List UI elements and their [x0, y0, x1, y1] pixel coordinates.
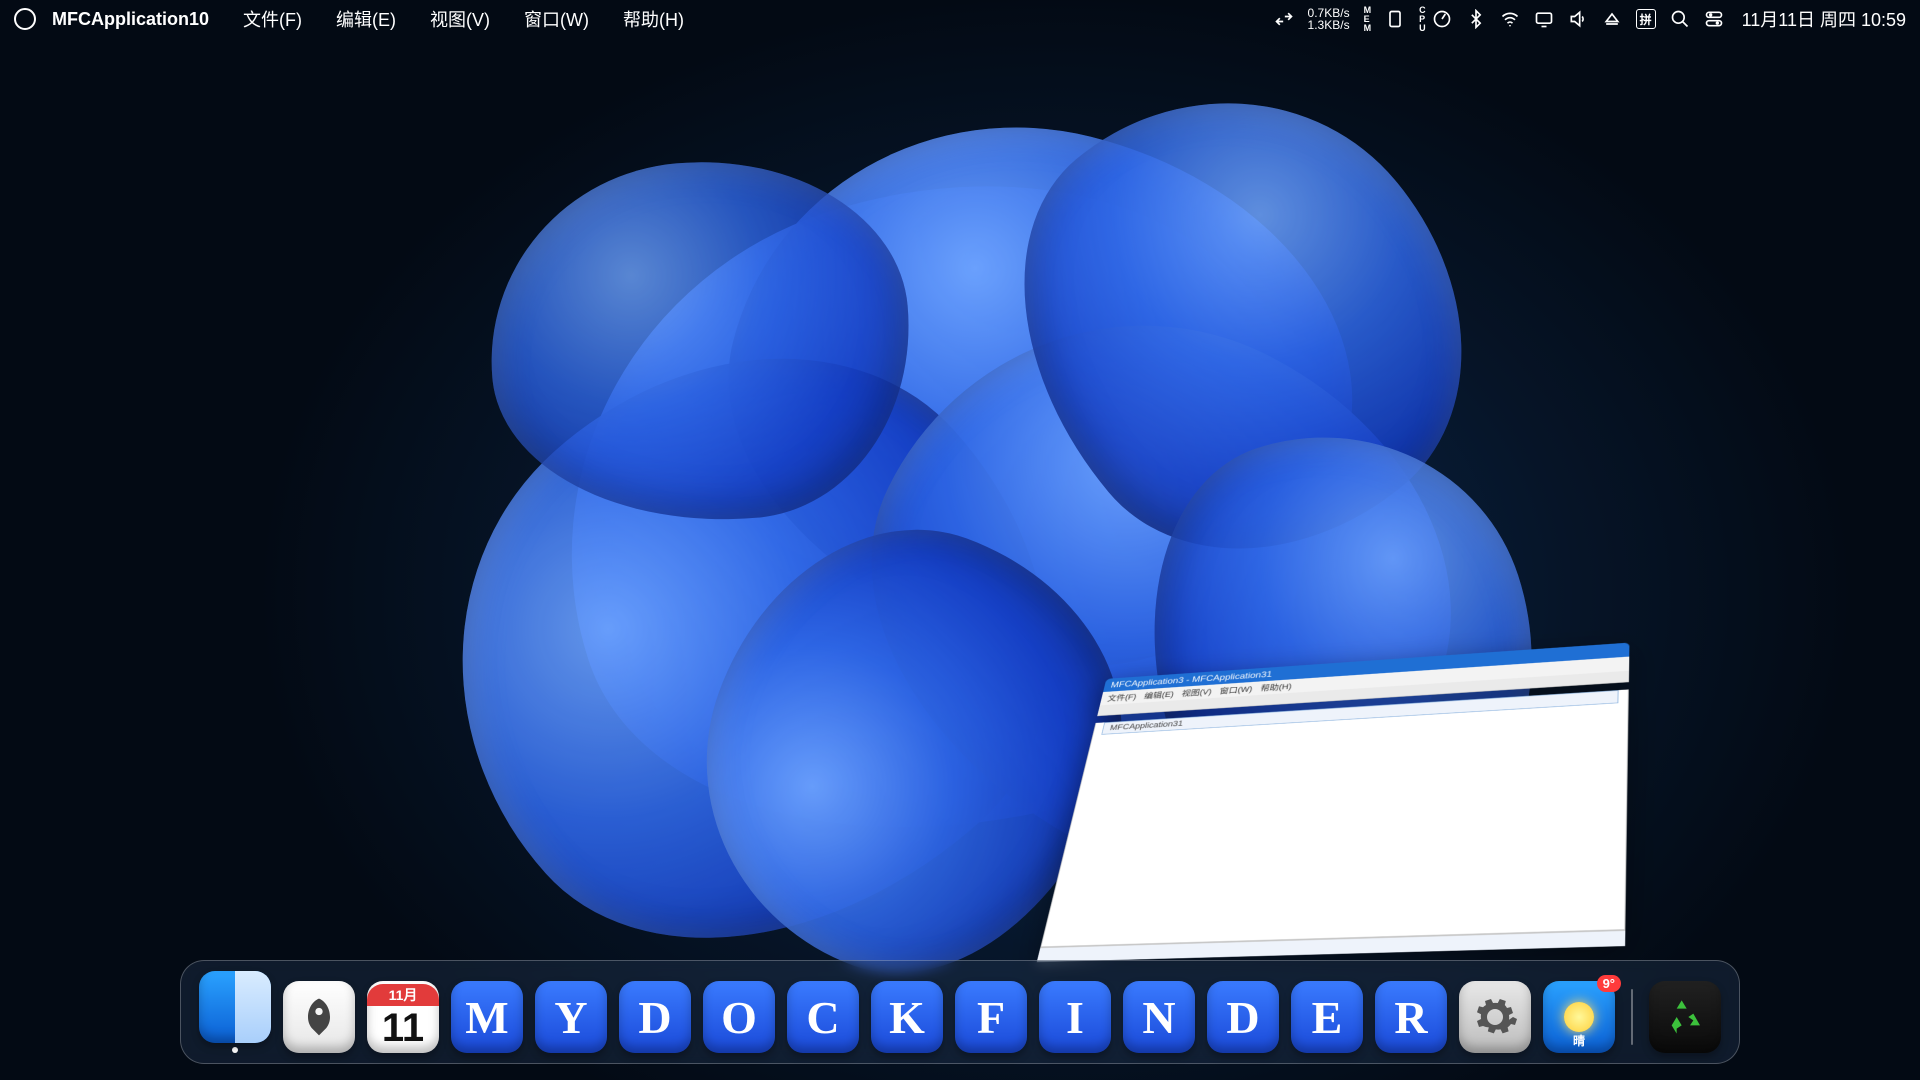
- finder-icon: [199, 971, 271, 1043]
- dock-letter-f[interactable]: F: [955, 981, 1027, 1053]
- dock-separator: [1631, 989, 1633, 1045]
- eject-icon[interactable]: [1602, 9, 1622, 29]
- recycle-icon: [1665, 997, 1705, 1037]
- cpu-gauge-icon[interactable]: [1432, 9, 1452, 29]
- volume-icon[interactable]: [1568, 9, 1588, 29]
- dock-letter-i[interactable]: I: [1039, 981, 1111, 1053]
- weather-label: 晴: [1543, 1032, 1615, 1049]
- dock-item-launchpad[interactable]: [283, 981, 355, 1053]
- tray: 0.7KB/s 1.3KB/s MEM CPU 拼 11月11日 周四 10:5…: [1274, 6, 1906, 33]
- mem-icon[interactable]: [1385, 9, 1405, 29]
- dock-item-finder[interactable]: [199, 971, 271, 1053]
- dock-letter-o[interactable]: O: [703, 981, 775, 1053]
- net-activity-icon[interactable]: [1274, 9, 1294, 29]
- running-indicator: [232, 1047, 238, 1053]
- monitor-icon[interactable]: [1534, 9, 1554, 29]
- dock-letter-e[interactable]: E: [1291, 981, 1363, 1053]
- menu-view[interactable]: 视图(V): [416, 6, 504, 32]
- dock-letter-y[interactable]: Y: [535, 981, 607, 1053]
- gear-icon: [1471, 993, 1519, 1041]
- dock: 11月 11 M Y D O C K F I N D E R 9° 晴: [180, 960, 1740, 1064]
- calendar-month: 11月: [367, 984, 439, 1006]
- menu-file[interactable]: 文件(F): [229, 6, 316, 32]
- dock-item-settings[interactable]: [1459, 981, 1531, 1053]
- app-name[interactable]: MFCApplication10: [52, 9, 209, 30]
- dock-item-calendar[interactable]: 11月 11: [367, 981, 439, 1053]
- window-client-area: MFCApplication31: [1040, 689, 1628, 947]
- win-menu-view[interactable]: 视图(V): [1181, 686, 1213, 699]
- system-logo-icon[interactable]: [14, 8, 36, 30]
- calendar-day: 11: [382, 1006, 424, 1051]
- control-center-icon[interactable]: [1704, 9, 1724, 29]
- bluetooth-icon[interactable]: [1466, 9, 1486, 29]
- datetime[interactable]: 11月11日 周四 10:59: [1742, 6, 1906, 32]
- dock-letter-d[interactable]: D: [619, 981, 691, 1053]
- dock-letter-n[interactable]: N: [1123, 981, 1195, 1053]
- win-menu-window[interactable]: 窗口(W): [1219, 683, 1254, 696]
- net-down: 1.3KB/s: [1308, 19, 1350, 31]
- dock-letter-m[interactable]: M: [451, 981, 523, 1053]
- wifi-icon[interactable]: [1500, 9, 1520, 29]
- dock-item-recycle[interactable]: [1649, 981, 1721, 1053]
- win-menu-edit[interactable]: 编辑(E): [1143, 689, 1175, 702]
- menubar: MFCApplication10 文件(F) 编辑(E) 视图(V) 窗口(W)…: [0, 0, 1920, 38]
- win-menu-help[interactable]: 帮助(H): [1260, 681, 1293, 694]
- cpu-label: CPU: [1419, 6, 1426, 33]
- search-icon[interactable]: [1670, 9, 1690, 29]
- win-menu-file[interactable]: 文件(F): [1107, 691, 1138, 704]
- dock-letter-k[interactable]: K: [871, 981, 943, 1053]
- menu-help[interactable]: 帮助(H): [609, 6, 698, 32]
- mem-label: MEM: [1364, 6, 1372, 33]
- dock-letter-c[interactable]: C: [787, 981, 859, 1053]
- menu-edit[interactable]: 编辑(E): [322, 6, 410, 32]
- dock-letter-d2[interactable]: D: [1207, 981, 1279, 1053]
- rocket-icon: [297, 995, 341, 1039]
- weather-temp-badge: 9°: [1597, 975, 1621, 992]
- dock-item-weather[interactable]: 9° 晴: [1543, 981, 1615, 1053]
- menu-window[interactable]: 窗口(W): [510, 6, 603, 32]
- ime-icon[interactable]: 拼: [1636, 9, 1656, 29]
- sun-icon: [1564, 1002, 1594, 1032]
- net-speed[interactable]: 0.7KB/s 1.3KB/s: [1308, 7, 1350, 31]
- minimizing-window[interactable]: MFCApplication3 - MFCApplication31 文件(F)…: [1000, 560, 1620, 1000]
- dock-letter-r[interactable]: R: [1375, 981, 1447, 1053]
